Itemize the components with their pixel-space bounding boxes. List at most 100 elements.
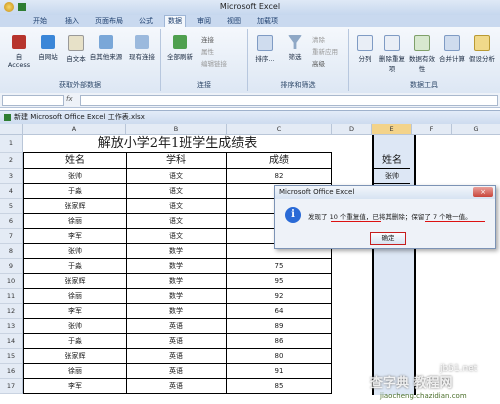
subject-cell[interactable]: 语文 bbox=[126, 184, 227, 199]
name-cell[interactable]: 于淼 bbox=[23, 259, 127, 274]
tab-addins[interactable]: 加载项 bbox=[254, 16, 281, 27]
from-text-button[interactable]: 自文本 bbox=[62, 35, 90, 63]
tab-data[interactable]: 数据 bbox=[164, 15, 186, 27]
subject-cell[interactable]: 数学 bbox=[126, 244, 227, 259]
name-cell[interactable]: 张帅 bbox=[23, 169, 127, 184]
filter-button[interactable]: 筛选 bbox=[282, 35, 308, 61]
name-cell[interactable]: 张家辉 bbox=[23, 199, 127, 214]
column-header-d[interactable]: D bbox=[332, 124, 372, 135]
row-header[interactable]: 15 bbox=[0, 349, 23, 364]
tab-insert[interactable]: 插入 bbox=[62, 16, 82, 27]
score-cell[interactable]: 95 bbox=[227, 274, 332, 289]
row-header-1[interactable]: 1 bbox=[0, 135, 23, 153]
name-cell[interactable]: 张家辉 bbox=[23, 349, 127, 364]
subject-cell[interactable]: 英语 bbox=[126, 364, 227, 379]
reapply-link[interactable]: 重新应用 bbox=[312, 46, 338, 56]
score-cell[interactable]: 80 bbox=[227, 349, 332, 364]
header-name[interactable]: 姓名 bbox=[23, 153, 127, 169]
consolidate-button[interactable]: 合并计算 bbox=[437, 35, 467, 63]
subject-cell[interactable]: 英语 bbox=[126, 334, 227, 349]
name-cell[interactable]: 于淼 bbox=[23, 184, 127, 199]
ok-button[interactable]: 确定 bbox=[370, 232, 406, 245]
what-if-button[interactable]: 假设分析 bbox=[467, 35, 497, 63]
subject-cell[interactable]: 数学 bbox=[126, 289, 227, 304]
tab-formulas[interactable]: 公式 bbox=[136, 16, 156, 27]
formula-input[interactable] bbox=[80, 95, 498, 106]
row-header[interactable]: 12 bbox=[0, 304, 23, 319]
header-score[interactable]: 成绩 bbox=[227, 153, 332, 169]
column-header-c[interactable]: C bbox=[227, 124, 332, 135]
row-header[interactable]: 5 bbox=[0, 199, 23, 214]
row-header[interactable]: 6 bbox=[0, 214, 23, 229]
from-access-button[interactable]: 自 Access bbox=[4, 35, 34, 69]
clear-link[interactable]: 清除 bbox=[312, 34, 325, 44]
row-header[interactable]: 9 bbox=[0, 259, 23, 274]
tab-home[interactable]: 开始 bbox=[30, 16, 50, 27]
subject-cell[interactable]: 语文 bbox=[126, 169, 227, 184]
name-cell[interactable]: 李军 bbox=[23, 304, 127, 319]
properties-link[interactable]: 属性 bbox=[201, 46, 214, 56]
e-header-name[interactable]: 姓名 bbox=[374, 153, 410, 169]
name-cell[interactable]: 李军 bbox=[23, 379, 127, 394]
fx-icon[interactable]: fx bbox=[66, 95, 76, 104]
tab-review[interactable]: 审阅 bbox=[194, 16, 214, 27]
existing-connections-button[interactable]: 现有连接 bbox=[126, 35, 158, 61]
row-header[interactable]: 11 bbox=[0, 289, 23, 304]
refresh-all-button[interactable]: 全部刷新 bbox=[165, 35, 195, 61]
row-header[interactable]: 7 bbox=[0, 229, 23, 244]
column-header-b[interactable]: B bbox=[126, 124, 227, 135]
score-cell[interactable]: 64 bbox=[227, 304, 332, 319]
column-header-e[interactable]: E bbox=[372, 124, 412, 135]
column-header-f[interactable]: F bbox=[412, 124, 452, 135]
subject-cell[interactable]: 英语 bbox=[126, 379, 227, 394]
row-header[interactable]: 14 bbox=[0, 334, 23, 349]
row-header[interactable]: 4 bbox=[0, 184, 23, 199]
close-button[interactable]: × bbox=[473, 187, 493, 197]
e-first-name[interactable]: 张帅 bbox=[374, 170, 410, 184]
subject-cell[interactable]: 英语 bbox=[126, 319, 227, 334]
column-header-g[interactable]: G bbox=[452, 124, 500, 135]
subject-cell[interactable]: 数学 bbox=[126, 274, 227, 289]
row-header[interactable]: 8 bbox=[0, 244, 23, 259]
subject-cell[interactable]: 数学 bbox=[126, 304, 227, 319]
score-cell[interactable]: 91 bbox=[227, 364, 332, 379]
advanced-link[interactable]: 高级 bbox=[312, 58, 325, 68]
data-validation-button[interactable]: 数据有效性 bbox=[407, 35, 437, 73]
select-all-corner[interactable] bbox=[0, 124, 23, 135]
name-cell[interactable]: 张帅 bbox=[23, 244, 127, 259]
name-cell[interactable]: 李军 bbox=[23, 229, 127, 244]
tab-view[interactable]: 视图 bbox=[224, 16, 244, 27]
score-cell[interactable]: 86 bbox=[227, 334, 332, 349]
name-cell[interactable]: 于淼 bbox=[23, 334, 127, 349]
from-web-button[interactable]: 自网站 bbox=[34, 35, 62, 61]
name-box[interactable] bbox=[2, 95, 64, 106]
remove-duplicates-button[interactable]: 删除重复项 bbox=[377, 35, 407, 73]
header-subject[interactable]: 学科 bbox=[126, 153, 227, 169]
connections-link[interactable]: 连接 bbox=[201, 34, 214, 44]
edit-links-link[interactable]: 编辑链接 bbox=[201, 58, 227, 68]
score-cell[interactable]: 85 bbox=[227, 379, 332, 394]
sort-button[interactable]: 排序... bbox=[250, 35, 280, 63]
name-cell[interactable]: 徐丽 bbox=[23, 214, 127, 229]
score-cell[interactable]: 75 bbox=[227, 259, 332, 274]
from-other-sources-button[interactable]: 自其他来源 bbox=[88, 35, 124, 61]
subject-cell[interactable]: 语文 bbox=[126, 229, 227, 244]
subject-cell[interactable]: 英语 bbox=[126, 349, 227, 364]
row-header[interactable]: 13 bbox=[0, 319, 23, 334]
name-cell[interactable]: 张帅 bbox=[23, 319, 127, 334]
score-cell[interactable]: 89 bbox=[227, 319, 332, 334]
spreadsheet-grid[interactable]: A B C D E F G 1 解放小学2年1班学生成绩表 2 姓名 学科 成绩… bbox=[0, 124, 500, 404]
column-header-a[interactable]: A bbox=[23, 124, 126, 135]
subject-cell[interactable]: 语文 bbox=[126, 214, 227, 229]
score-cell[interactable]: 82 bbox=[227, 169, 332, 184]
subject-cell[interactable]: 语文 bbox=[126, 199, 227, 214]
name-cell[interactable]: 徐丽 bbox=[23, 364, 127, 379]
name-cell[interactable]: 徐丽 bbox=[23, 289, 127, 304]
row-header-2[interactable]: 2 bbox=[0, 153, 23, 169]
row-header[interactable]: 16 bbox=[0, 364, 23, 379]
name-cell[interactable]: 张家辉 bbox=[23, 274, 127, 289]
score-cell[interactable]: 92 bbox=[227, 289, 332, 304]
row-header[interactable]: 10 bbox=[0, 274, 23, 289]
subject-cell[interactable]: 数学 bbox=[126, 259, 227, 274]
row-header[interactable]: 17 bbox=[0, 379, 23, 394]
